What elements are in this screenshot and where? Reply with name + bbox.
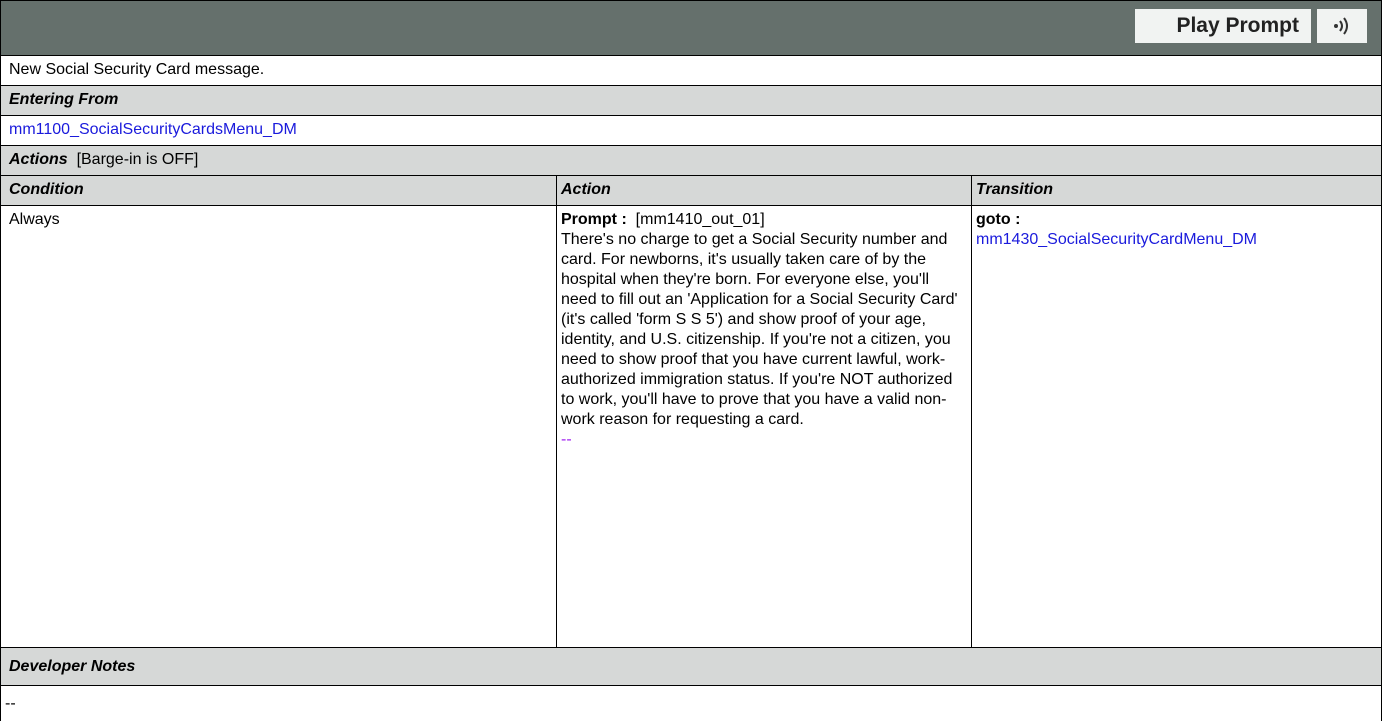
goto-target-link[interactable]: mm1430_SocialSecurityCardMenu_DM [976, 230, 1378, 250]
actions-header: Actions [Barge-in is OFF] [0, 146, 1382, 176]
play-prompt-label: Play Prompt [1135, 9, 1311, 43]
prompt-id: [mm1410_out_01] [635, 211, 765, 228]
transition-cell: goto : mm1430_SocialSecurityCardMenu_DM [976, 210, 1378, 250]
developer-notes-value: -- [5, 695, 16, 712]
column-condition: Condition [9, 181, 84, 198]
column-transition: Transition [976, 181, 1054, 198]
developer-notes-label: Developer Notes [9, 658, 136, 675]
entering-from-header: Entering From [0, 86, 1382, 116]
speaker-sound-icon[interactable] [1317, 9, 1367, 43]
entering-from-label: Entering From [9, 91, 119, 108]
column-action: Action [561, 181, 611, 198]
description-text: New Social Security Card message. [9, 61, 265, 78]
condition-value: Always [9, 211, 60, 228]
goto-label: goto : [976, 211, 1021, 228]
prompt-text: There's no charge to get a Social Securi… [561, 231, 958, 428]
table-row: Always Prompt : [mm1410_out_01] There's … [0, 206, 1382, 648]
developer-notes-row: -- [0, 686, 1382, 721]
developer-notes-header: Developer Notes [0, 648, 1382, 686]
action-cell: Prompt : [mm1410_out_01] There's no char… [561, 210, 967, 450]
prompt-link[interactable]: -- [561, 430, 967, 450]
barge-in-status: [Barge-in is OFF] [76, 151, 199, 168]
prompt-label: Prompt : [561, 211, 627, 228]
actions-column-headers: Condition Action Transition [0, 176, 1382, 206]
entering-from-link[interactable]: mm1100_SocialSecurityCardsMenu_DM [9, 120, 297, 140]
description-row: New Social Security Card message. [0, 56, 1382, 86]
header-bar: Play Prompt [0, 0, 1382, 56]
actions-label: Actions [9, 151, 68, 168]
entering-from-row: mm1100_SocialSecurityCardsMenu_DM [0, 116, 1382, 146]
